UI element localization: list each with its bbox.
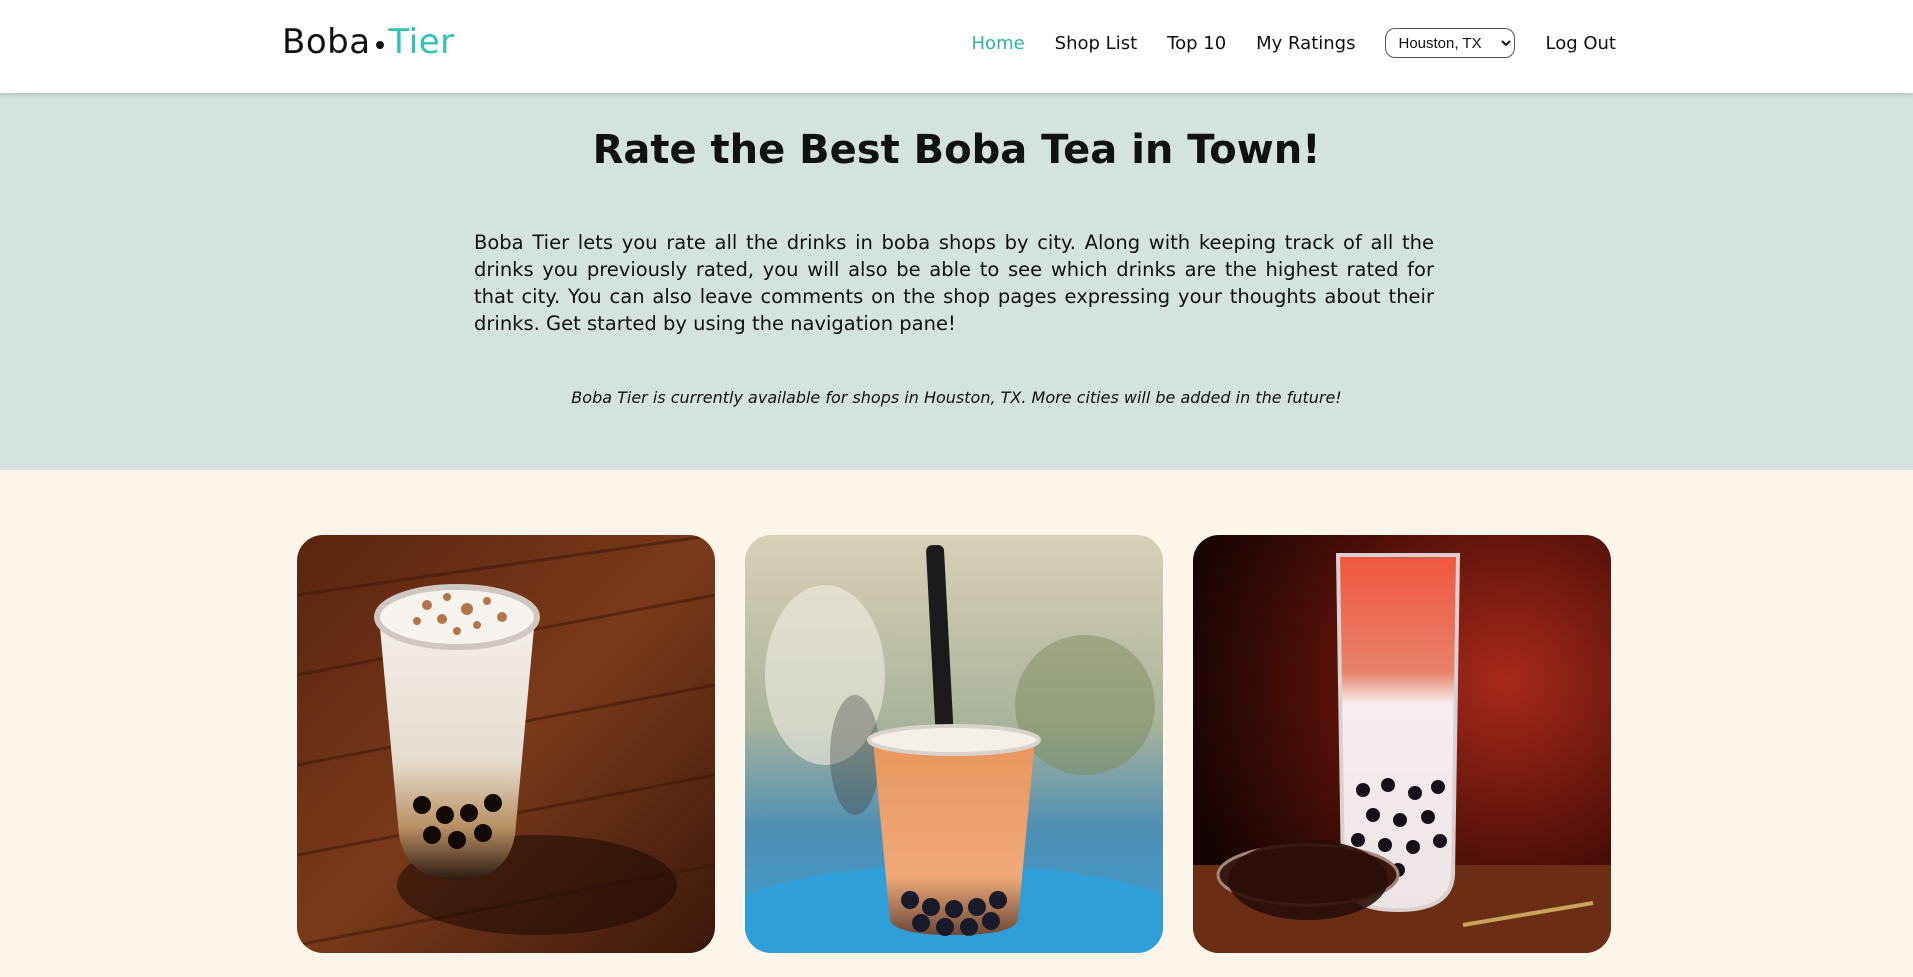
logo-dot <box>375 41 384 49</box>
drink-image-brown-sugar-milk <box>297 535 715 953</box>
drink-image-thai-tea <box>745 535 1163 953</box>
city-select[interactable]: Houston, TX <box>1385 28 1516 58</box>
drink-image-layered-tea <box>1193 535 1611 953</box>
hero-section: Rate the Best Boba Tea in Town! Boba Tie… <box>0 93 1913 470</box>
drink-gallery <box>0 470 1913 977</box>
hero-availability-note: Boba Tier is currently available for sho… <box>571 388 1342 407</box>
logo-text-tier: Tier <box>388 22 455 62</box>
nav-logout-link[interactable]: Log Out <box>1545 33 1616 54</box>
navbar: Boba Tier Home Shop List Top 10 My Ratin… <box>0 0 1913 93</box>
logo[interactable]: Boba Tier <box>282 22 455 62</box>
logo-text-boba: Boba <box>282 22 371 62</box>
hero-description: Boba Tier lets you rate all the drinks i… <box>474 231 1434 335</box>
nav-shop-list-link[interactable]: Shop List <box>1055 33 1137 54</box>
nav-links: Home Shop List Top 10 My Ratings Houston… <box>942 28 1616 58</box>
nav-home-link[interactable]: Home <box>972 33 1025 54</box>
nav-my-ratings-link[interactable]: My Ratings <box>1256 33 1355 54</box>
nav-top10-link[interactable]: Top 10 <box>1167 33 1226 54</box>
hero-title: Rate the Best Boba Tea in Town! <box>592 127 1321 173</box>
